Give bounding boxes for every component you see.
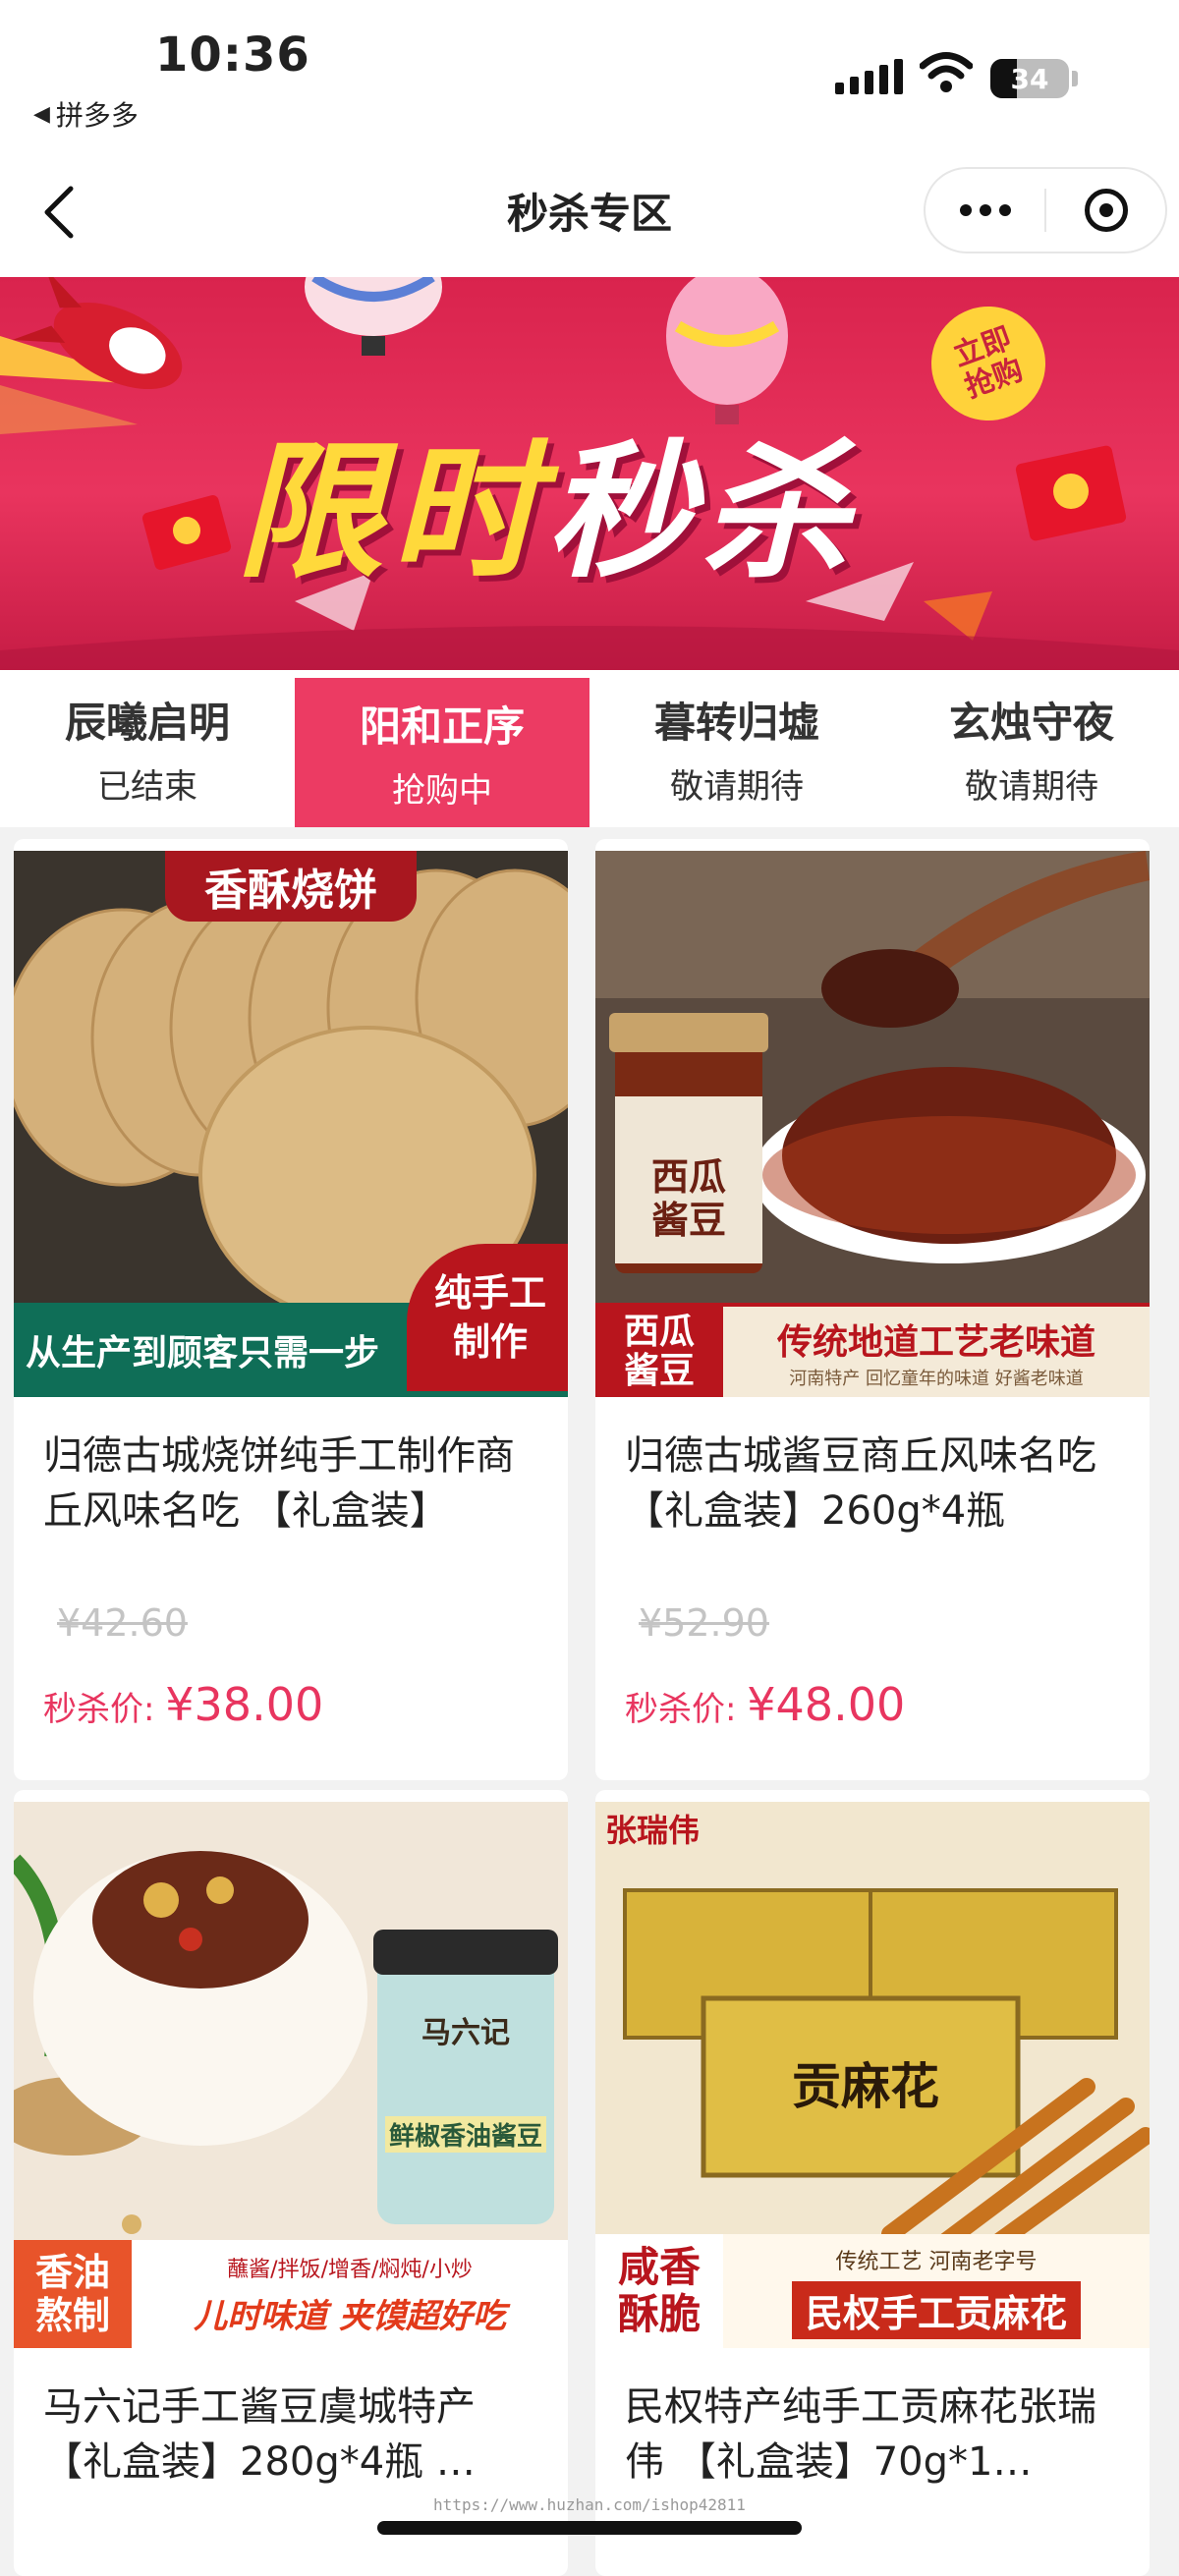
sale-price-label: 秒杀价: [43, 1690, 166, 1729]
session-name: 玄烛守夜 [948, 699, 1114, 747]
battery-level-text: 34 [1010, 62, 1049, 95]
session-tabs: 辰曦启明 已结束 阳和正序 抢购中 暮转归墟 敬请期待 玄烛守夜 敬请期待 [0, 670, 1179, 827]
image-bottom-text: 儿时味道 夹馍超好吃 [194, 2296, 506, 2336]
product-card[interactable]: 张瑞伟 贡麻花 咸香 酥脆 传统工艺 河南老字号 民权手工贡麻花 民权特产纯手工… [595, 1790, 1150, 2576]
flash-sale-banner: 限时秒杀 立即 抢购 [0, 277, 1179, 670]
banner-title-part2: 秒杀 [546, 427, 858, 598]
sale-price-value: ¥48.00 [747, 1678, 906, 1731]
product-image: 张瑞伟 贡麻花 咸香 酥脆 传统工艺 河南老字号 民权手工贡麻花 [595, 1802, 1150, 2348]
product-title: 马六记手工酱豆虞城特产 【礼盒装】280g*4瓶 … [43, 2384, 476, 2485]
battery-tip [1072, 71, 1078, 86]
box-label: 贡麻花 [792, 2058, 939, 2115]
tab-session-1[interactable]: 辰曦启明 已结束 [0, 670, 295, 827]
banner-title: 限时秒杀 [236, 393, 857, 606]
more-menu-button[interactable] [926, 169, 1044, 252]
image-tags: 蘸酱/拌饭/增香/焖炖/小炒 [227, 2257, 473, 2282]
image-sub-text: 河南特产 回忆童年的味道 好酱老味道 [789, 1369, 1084, 1389]
sale-price-label: 秒杀价: [625, 1690, 748, 1729]
product-card[interactable]: 西瓜酱豆 西瓜 酱豆 传统地道工艺老味道 河南特产 回忆童年的味道 好酱老味道 … [595, 839, 1150, 1780]
miniprogram-capsule [924, 167, 1167, 253]
image-top-left: 张瑞伟 [605, 1812, 701, 1849]
product-title: 民权特产纯手工贡麻花张瑞伟 【礼盒装】70g*1… [625, 2384, 1096, 2485]
sale-price: 秒杀价: ¥48.00 [625, 1678, 905, 1731]
product-image: 香酥烧饼 从生产到顾客只需一步 纯手工 制作 [14, 851, 568, 1397]
product-title: 归德古城烧饼纯手工制作商丘风味名吃 【礼盒装】 [43, 1433, 515, 1534]
target-close-icon [1084, 189, 1128, 232]
back-triangle-icon: ◀ [33, 101, 50, 127]
original-price: ¥42.60 [57, 1601, 188, 1645]
more-dots-icon [959, 204, 1011, 216]
image-bottom-left: 西瓜 酱豆 [595, 1305, 723, 1397]
image-bottom-text: 民权手工贡麻花 [791, 2280, 1081, 2339]
session-name: 阳和正序 [359, 702, 525, 751]
home-indicator[interactable] [377, 2521, 802, 2535]
session-state: 抢购中 [392, 771, 492, 811]
product-title: 归德古城酱豆商丘风味名吃 【礼盒装】260g*4瓶 [625, 1433, 1096, 1534]
battery-icon: 34 [990, 59, 1069, 98]
image-badge: 纯手工 制作 [407, 1244, 568, 1391]
image-bottom-strip: 西瓜 酱豆 传统地道工艺老味道 河南特产 回忆童年的味道 好酱老味道 [595, 1303, 1150, 1397]
wifi-icon [920, 52, 973, 92]
jar-brand: 马六记 [421, 2016, 510, 2050]
tab-session-3[interactable]: 暮转归墟 敬请期待 [590, 670, 884, 827]
session-state: 敬请期待 [670, 767, 804, 807]
sale-price-value: ¥38.00 [165, 1678, 324, 1731]
image-bottom-strip: 咸香 酥脆 传统工艺 河南老字号 民权手工贡麻花 [595, 2234, 1150, 2348]
jar-label: 鲜椒香油酱豆 [385, 2116, 546, 2153]
image-bottom-text: 从生产到顾客只需一步 [26, 1333, 380, 1373]
product-card[interactable]: 马六记 鲜椒香油酱豆 香油 熬制 蘸酱/拌饭/增香/焖炖/小炒 儿时味道 夹馍超… [14, 1790, 568, 2576]
product-card[interactable]: 香酥烧饼 从生产到顾客只需一步 纯手工 制作 归德古城烧饼纯手工制作商丘风味名吃… [14, 839, 568, 1780]
status-time: 10:36 [155, 28, 310, 83]
session-state: 敬请期待 [965, 767, 1098, 807]
close-miniprogram-button[interactable] [1046, 169, 1165, 252]
nav-bar: 秒杀专区 [0, 147, 1179, 277]
session-name: 辰曦启明 [64, 699, 230, 747]
back-to-app-link[interactable]: ◀ 拼多多 [33, 94, 139, 134]
product-image: 西瓜酱豆 西瓜 酱豆 传统地道工艺老味道 河南特产 回忆童年的味道 好酱老味道 [595, 851, 1150, 1397]
tab-session-4[interactable]: 玄烛守夜 敬请期待 [884, 670, 1179, 827]
watermark-text: https://www.huzhan.com/ishop42811 [433, 2495, 746, 2514]
sale-price: 秒杀价: ¥38.00 [43, 1678, 323, 1731]
product-image: 马六记 鲜椒香油酱豆 香油 熬制 蘸酱/拌饭/增香/焖炖/小炒 儿时味道 夹馍超… [14, 1802, 568, 2348]
image-top-label: 香酥烧饼 [165, 851, 417, 922]
image-tags: 传统工艺 河南老字号 [835, 2249, 1038, 2274]
jar-label: 西瓜酱豆 [650, 1155, 726, 1242]
image-bottom-left: 咸香 酥脆 [595, 2234, 723, 2348]
image-bottom-text: 传统地道工艺老味道 [776, 1322, 1095, 1363]
original-price: ¥52.90 [639, 1601, 769, 1645]
tab-session-2[interactable]: 阳和正序 抢购中 [295, 678, 590, 827]
image-bottom-strip: 香油 熬制 蘸酱/拌饭/增香/焖炖/小炒 儿时味道 夹馍超好吃 [14, 2240, 568, 2348]
session-state: 已结束 [97, 767, 197, 807]
cellular-signal-icon [835, 59, 903, 94]
banner-title-part1: 限时 [236, 427, 547, 598]
session-name: 暮转归墟 [653, 699, 819, 747]
back-app-label: 拼多多 [55, 99, 139, 132]
image-bottom-left: 香油 熬制 [14, 2240, 132, 2348]
status-bar: 10:36 ◀ 拼多多 34 [0, 0, 1179, 147]
